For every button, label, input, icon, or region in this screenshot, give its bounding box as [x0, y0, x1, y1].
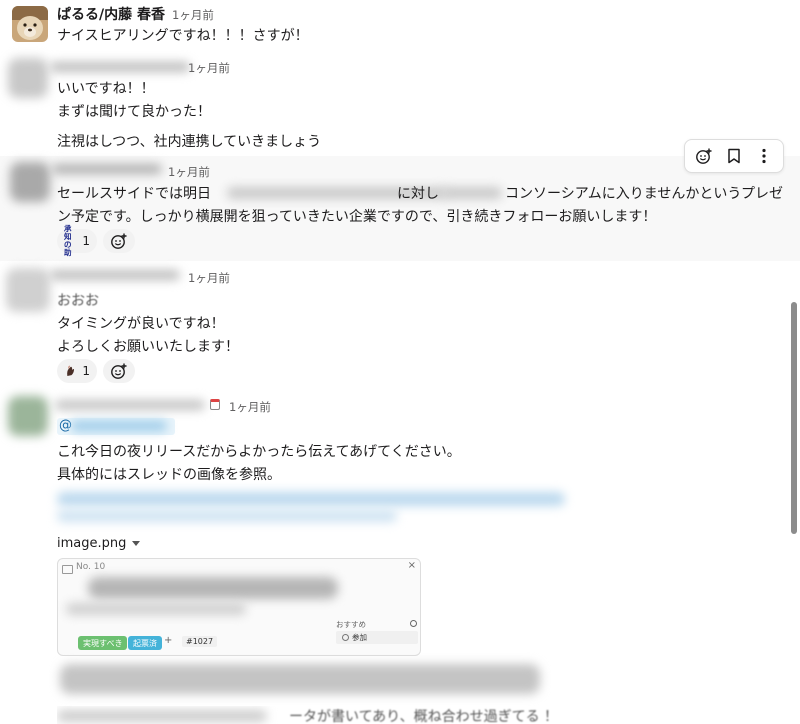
- message-text: タイミングが良いですね！: [57, 316, 225, 332]
- redacted-text: [442, 187, 502, 199]
- author-name-redacted: [55, 400, 205, 410]
- redacted-link: [57, 492, 565, 506]
- add-emoji-icon: [111, 363, 127, 379]
- message-2: 1ヶ月前 いいですね！！ まずは聞けて良かった！ 注視はしつつ、社内連携していき…: [0, 52, 800, 154]
- bookmark-button[interactable]: [721, 143, 747, 169]
- message-text: 具体的にはスレッドの画像を参照。: [57, 467, 281, 483]
- reaction-chip[interactable]: 1: [57, 359, 97, 383]
- side-panel-title: おすすめ: [336, 620, 366, 629]
- message-actions-toolbar: [684, 139, 784, 173]
- redacted-preview-content: [88, 577, 338, 599]
- reaction-count: 1: [82, 364, 90, 378]
- close-icon[interactable]: ×: [408, 560, 416, 571]
- message-text: ン予定です。しっかり横展開を狙っていきたい企業ですので、引き続きフォローお願いし…: [57, 209, 657, 225]
- timestamp[interactable]: 1ヶ月前: [172, 7, 214, 23]
- author-name[interactable]: ぱるる/内藤 春香: [57, 4, 165, 24]
- add-reaction-button[interactable]: [103, 229, 135, 253]
- image-attachment-preview[interactable]: No. 10 × 実現すべき 起票済 + #1027 おすすめ 参加: [57, 558, 421, 656]
- message-text: よろしくお願いいたします！: [57, 339, 239, 355]
- redacted-preview-content: [66, 603, 246, 615]
- person-icon: [342, 634, 349, 641]
- caret-down-icon: [132, 541, 141, 546]
- message-text: まずは聞けて良かった！: [57, 104, 211, 120]
- timestamp[interactable]: 1ヶ月前: [188, 60, 230, 76]
- author-name-redacted: [50, 270, 180, 280]
- message-text: ナイスヒアリングですね！！！さすが！: [57, 28, 309, 44]
- message-text: これ今日の夜リリースだからよかったら伝えてあげてください。: [57, 444, 461, 460]
- message-4: 1ヶ月前 おおお タイミングが良いですね！ よろしくお願いいたします！ 1: [0, 262, 800, 386]
- scrollbar-thumb[interactable]: [791, 302, 797, 534]
- ticket-icon: [62, 565, 73, 574]
- raised-hand-emoji-icon: [67, 365, 75, 377]
- message-text-line-1: セールスサイドでは明日 に対し コンソーシアムに入りませんかというプレゼ: [57, 183, 783, 203]
- author-name-redacted: [50, 62, 190, 72]
- add-emoji-icon: [696, 148, 712, 164]
- user-avatar[interactable]: [12, 6, 48, 42]
- message-text: おおお: [57, 293, 99, 309]
- user-avatar[interactable]: [8, 58, 48, 98]
- message-text: コンソーシアムに入りませんかというプレゼ: [505, 186, 784, 202]
- status-tag: 起票済: [128, 636, 162, 650]
- more-actions-button[interactable]: [751, 143, 777, 169]
- reaction-chip[interactable]: 承知 の助 1: [57, 225, 97, 257]
- timestamp[interactable]: 1ヶ月前: [188, 270, 230, 286]
- ticket-reference: #1027: [182, 636, 218, 647]
- user-avatar[interactable]: [10, 162, 50, 202]
- add-emoji-icon: [111, 233, 127, 249]
- bookmark-icon: [728, 148, 740, 164]
- settings-icon: [410, 620, 417, 627]
- user-mention[interactable]: @: [57, 418, 175, 435]
- user-avatar[interactable]: [8, 396, 48, 436]
- add-tag-icon: +: [164, 635, 173, 646]
- status-tag: 実現すべき: [78, 636, 128, 650]
- side-panel-item: 参加: [336, 631, 418, 644]
- author-name-redacted: [52, 164, 162, 174]
- redacted-content: [60, 664, 540, 694]
- user-avatar[interactable]: [6, 268, 50, 312]
- shochi-no-suke-emoji-icon: 承知 の助: [64, 224, 72, 257]
- message-3: 1ヶ月前 セールスサイドでは明日 に対し コンソーシアムに入りませんかというプレ…: [0, 156, 800, 261]
- add-reaction-button[interactable]: [691, 143, 717, 169]
- message-text: に対し: [397, 186, 439, 202]
- vertical-ellipsis-icon: [762, 148, 766, 164]
- timestamp[interactable]: 1ヶ月前: [168, 164, 210, 180]
- message-text: セールスサイドでは明日: [57, 186, 211, 202]
- timestamp[interactable]: 1ヶ月前: [229, 399, 271, 415]
- attachment-name[interactable]: image.png: [57, 536, 141, 551]
- add-reaction-button[interactable]: [103, 359, 135, 383]
- reaction-count: 1: [82, 234, 90, 248]
- calendar-status-icon: [210, 399, 220, 410]
- redacted-link: [57, 510, 397, 522]
- message-1: ぱるる/内藤 春香 1ヶ月前 ナイスヒアリングですね！！！さすが！: [0, 0, 800, 52]
- ticket-number: No. 10: [76, 562, 106, 572]
- message-text-partial: ータが書いてあり、概ね合わせ過ぎてる ！: [57, 706, 617, 724]
- message-text: いいですね！！: [57, 81, 155, 97]
- message-text: 注視はしつつ、社内連携していきましょう: [57, 134, 322, 150]
